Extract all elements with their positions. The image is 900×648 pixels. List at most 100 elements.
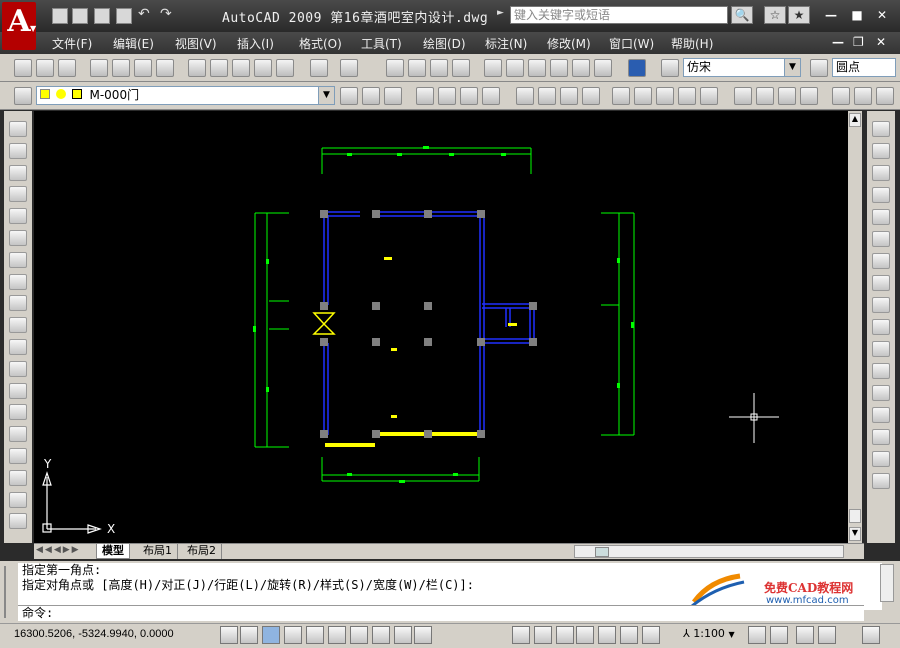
pan-status-icon[interactable] (576, 626, 594, 644)
tab-layout2[interactable]: 布局2 (182, 544, 222, 559)
linear-dim-icon[interactable] (416, 87, 434, 105)
center-mark-icon[interactable] (756, 87, 774, 105)
spline-icon[interactable] (9, 295, 27, 312)
chevron-down-icon[interactable]: ▼ (784, 59, 800, 76)
menu-insert[interactable]: 插入(I) (237, 35, 274, 52)
zoom-window-icon[interactable] (430, 59, 448, 77)
dim-style-icon[interactable] (810, 59, 828, 77)
erase-icon[interactable] (872, 121, 890, 137)
paste-icon[interactable] (232, 59, 250, 77)
clean-screen-icon[interactable] (862, 626, 880, 644)
copy-object-icon[interactable] (872, 143, 890, 159)
layer-previous-icon[interactable] (362, 87, 380, 105)
ellipse-arc-icon[interactable] (9, 339, 27, 355)
scale-icon[interactable] (872, 275, 890, 291)
lock-icon[interactable] (818, 626, 836, 644)
properties-icon[interactable] (484, 59, 502, 77)
menu-format[interactable]: 格式(O) (299, 35, 342, 52)
quick-dim-icon[interactable] (612, 87, 630, 105)
text-style-select[interactable]: 仿宋 ▼ (683, 58, 801, 77)
pan-icon[interactable] (386, 59, 404, 77)
menu-draw[interactable]: 绘图(D) (423, 35, 466, 52)
zoom-previous-icon[interactable] (452, 59, 470, 77)
close-button[interactable]: ✕ (873, 8, 891, 22)
dim-style-select[interactable]: 圆点 (832, 58, 896, 77)
stretch-icon[interactable] (872, 297, 890, 313)
zoom-realtime-icon[interactable] (408, 59, 426, 77)
arc-icon[interactable] (9, 230, 27, 246)
aligned-dim-icon[interactable] (438, 87, 456, 105)
annotation-visibility-icon[interactable] (748, 626, 766, 644)
dim-break-icon[interactable] (700, 87, 718, 105)
mtext-icon[interactable] (9, 513, 27, 530)
osnap-icon[interactable] (306, 626, 324, 644)
grid-icon[interactable] (240, 626, 258, 644)
ducs-icon[interactable] (350, 626, 368, 644)
break-at-point-icon[interactable] (872, 363, 890, 379)
save-icon[interactable] (58, 59, 76, 77)
undo-icon[interactable] (310, 59, 328, 77)
qnew-icon[interactable] (14, 59, 32, 77)
3d-dwf-icon[interactable] (156, 59, 174, 77)
menu-modify[interactable]: 修改(M) (547, 35, 591, 52)
command-input[interactable]: 命令: (18, 605, 864, 621)
scroll-thumb[interactable] (849, 509, 861, 523)
join-icon[interactable] (872, 407, 890, 423)
continue-dim-icon[interactable] (656, 87, 674, 105)
tab-layout1[interactable]: 布局1 (138, 544, 178, 559)
line-icon[interactable] (9, 121, 27, 137)
search-expand-icon[interactable]: ► (497, 8, 504, 18)
quick-view-drawings-icon[interactable] (556, 626, 574, 644)
markup-icon[interactable] (572, 59, 590, 77)
revision-cloud-icon[interactable] (9, 273, 27, 290)
text-style-icon[interactable] (661, 59, 679, 77)
point-icon[interactable] (9, 404, 27, 421)
plot-preview-icon[interactable] (112, 59, 130, 77)
menu-edit[interactable]: 编辑(E) (113, 35, 154, 52)
copy-icon[interactable] (210, 59, 228, 77)
array-icon[interactable] (872, 209, 890, 225)
help-icon[interactable] (628, 59, 646, 77)
otrack-icon[interactable] (328, 626, 346, 644)
search-icon[interactable]: 🔍 (731, 6, 753, 24)
redo-icon[interactable] (340, 59, 358, 77)
baseline-dim-icon[interactable] (634, 87, 652, 105)
extend-icon[interactable] (872, 341, 890, 357)
region-icon[interactable] (9, 469, 27, 486)
make-block-icon[interactable] (9, 382, 27, 399)
menu-dimension[interactable]: 标注(N) (485, 35, 527, 52)
break-icon[interactable] (872, 385, 890, 401)
jogged-dim-icon[interactable] (538, 87, 556, 105)
workspace-icon[interactable] (796, 626, 814, 644)
save-icon[interactable] (94, 8, 110, 24)
redo-icon[interactable]: ↷ (160, 6, 172, 22)
layer-select[interactable]: M-000门 ▼ (36, 86, 335, 105)
construction-line-icon[interactable] (9, 142, 27, 159)
lineweight-icon[interactable] (394, 626, 412, 644)
doc-minimize-button[interactable]: — (832, 35, 844, 49)
menu-view[interactable]: 视图(V) (175, 35, 217, 52)
table-icon[interactable] (9, 491, 27, 508)
ortho-icon[interactable] (262, 626, 280, 644)
h-scroll-thumb[interactable] (595, 547, 609, 557)
explode-icon[interactable] (872, 473, 890, 489)
rectangle-icon[interactable] (9, 208, 27, 225)
print-icon[interactable] (116, 8, 132, 24)
coordinate-readout[interactable]: 16300.5206, -5324.9940, 0.0000 (14, 628, 174, 640)
model-space-icon[interactable] (512, 626, 530, 644)
ellipse-icon[interactable] (9, 317, 27, 334)
open-icon[interactable] (36, 59, 54, 77)
angular-dim-icon[interactable] (582, 87, 600, 105)
menu-file[interactable]: 文件(F) (52, 35, 92, 52)
trim-icon[interactable] (872, 319, 890, 335)
sheet-set-icon[interactable] (550, 59, 568, 77)
dim-update-icon[interactable] (876, 87, 894, 105)
block-editor-icon[interactable] (276, 59, 294, 77)
insert-block-icon[interactable] (9, 360, 27, 377)
menu-help[interactable]: 帮助(H) (671, 35, 713, 52)
snap-icon[interactable] (220, 626, 238, 644)
cut-icon[interactable] (188, 59, 206, 77)
hatch-icon[interactable] (9, 426, 27, 443)
layer-properties-icon[interactable] (14, 87, 32, 105)
rotate-icon[interactable] (872, 253, 890, 269)
